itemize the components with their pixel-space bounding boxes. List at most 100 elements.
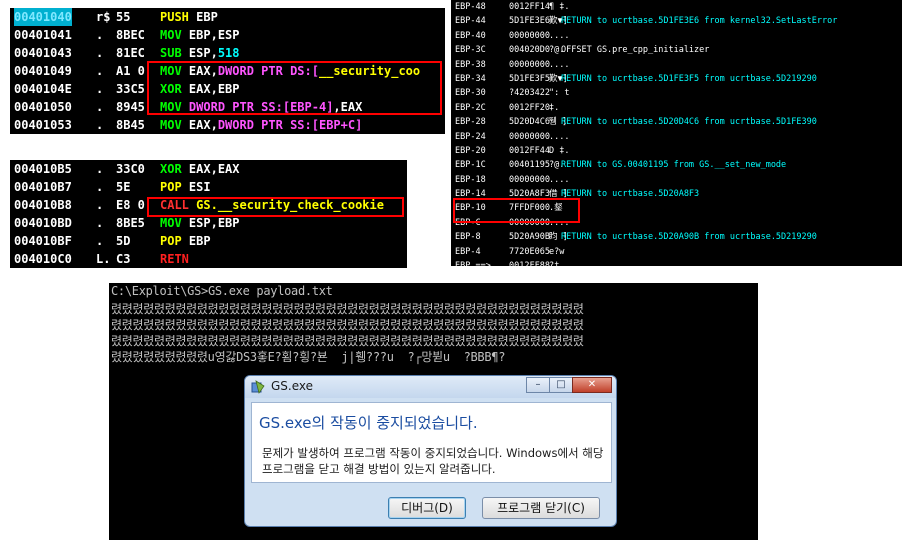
stack-offset: EBP-C [455, 217, 481, 228]
asm-operand: DWORD PTR DS:[ [217, 64, 319, 78]
asm-hex: 8B45 [116, 118, 145, 132]
asm-mnemonic: PUSH [160, 10, 189, 24]
asm-operand: EAX,EBP [188, 82, 240, 96]
stack-value: 5D1FE3E6 [509, 16, 550, 27]
stack-value: 00000000 [509, 30, 550, 41]
stack-row[interactable]: EBP-1C 00401195 ?@. RETURN to GS.00401195 f… [451, 158, 902, 172]
asm-row[interactable]: 00401049. A1 0 MOV EAX,DWORD PTR DS:[__sec… [10, 62, 445, 80]
asm-address: 00401043 [14, 46, 72, 60]
asm-instruction: XOR EAX,EAX [160, 160, 240, 178]
asm-address: 004010B5 [14, 162, 72, 176]
stack-row[interactable]: EBP-28 5D20D4C6 뛤 ] RETURN to ucrtbase.5D20… [451, 115, 902, 129]
asm-marker: . [96, 234, 104, 248]
disassembly-panel-prologue: 00401040 r$ 55 PUSH EBP 00401041. 8BEC MOV EBP… [10, 8, 445, 134]
asm-marker: r$ [96, 10, 111, 24]
stack-value: ?4203422 [509, 88, 550, 99]
stack-row[interactable]: EBP ==> 0012FF88?‡. [451, 259, 902, 266]
dialog-titlebar[interactable]: GS.exe – □ ✕ [245, 376, 616, 398]
stack-row[interactable]: EBP-40 00000000.... [451, 29, 902, 43]
stack-row[interactable]: EBP-30 ?4203422 ": t [451, 86, 902, 100]
stack-offset: EBP-10 [455, 203, 486, 214]
asm-row[interactable]: 004010B8. E8 0 CALL GS.__security_check_co… [10, 196, 407, 214]
stack-offset: EBP-18 [455, 174, 486, 185]
stack-comment: RETURN to ucrtbase.5D20A8F3 [561, 189, 700, 200]
asm-operand: ESP, [188, 46, 218, 60]
stack-value: 00401195 [509, 160, 550, 171]
asm-mnemonic: MOV [160, 216, 182, 230]
stack-offset: EBP-40 [455, 30, 486, 41]
debug-button[interactable]: 디버그(D) [388, 497, 466, 519]
stack-row[interactable]: EBP-18 00000000.... [451, 173, 902, 187]
stack-row[interactable]: EBP-20 0012FF44 D ‡. [451, 144, 902, 158]
asm-row[interactable]: 00401053. 8B45 MOV EAX,DWORD PTR SS:[EBP+C… [10, 116, 445, 134]
minimize-button[interactable]: – [526, 377, 550, 393]
stack-value: 004020D0 [509, 45, 550, 56]
dialog-heading: GS.exe의 작동이 중지되었습니다. [259, 414, 478, 432]
asm-row[interactable]: 0040104E. 33C5 XOR EAX,EBP [10, 80, 445, 98]
asm-instruction: POP ESI [160, 178, 211, 196]
asm-row[interactable]: 00401040 r$ 55 PUSH EBP [10, 8, 445, 26]
asm-hex: 5E [116, 180, 131, 194]
asm-row[interactable]: 004010C0 L. C3 RETN [10, 250, 407, 268]
stack-row[interactable]: EBP-10 7FFDF000 .錖 [451, 201, 902, 215]
asm-operand: ESP,EBP [188, 216, 240, 230]
stack-offset: EBP-28 [455, 117, 486, 128]
asm-operand: DWORD PTR SS:[EBP+C] [217, 118, 363, 132]
stack-row[interactable]: EBP-34 5D1FE3F5 歎▼] RETURN to ucrtbase.5D1F… [451, 72, 902, 86]
asm-operand: EAX, [188, 64, 218, 78]
asm-hex: 8BE5 [116, 216, 145, 230]
asm-mnemonic: MOV [160, 28, 182, 42]
stack-row[interactable]: EBP-C 00000000.... [451, 216, 902, 230]
stack-ascii: .... [549, 30, 570, 41]
stack-row[interactable]: EBP-38 00000000.... [451, 58, 902, 72]
dialog-footer: 디버그(D) 프로그램 닫기(C) [251, 483, 612, 523]
asm-row[interactable]: 004010B5. 33C0 XOR EAX,EAX [10, 160, 407, 178]
stack-offset: EBP-44 [455, 16, 486, 27]
asm-marker: . [96, 64, 104, 78]
asm-address: 0040104E [14, 82, 72, 96]
asm-hex: 55 [116, 10, 131, 24]
asm-address: 00401050 [14, 100, 72, 114]
asm-marker: . [96, 216, 104, 230]
asm-hex: 8945 [116, 100, 145, 114]
stack-offset: EBP-34 [455, 73, 486, 84]
stack-row[interactable]: EBP-8 5D20A90B 盷 ] RETURN to ucrtbase.5D20A… [451, 230, 902, 244]
close-program-button[interactable]: 프로그램 닫기(C) [482, 497, 600, 519]
stack-row[interactable]: EBP-44 5D1FE3E6 歎▼] RETURN to ucrtbase.5D1F… [451, 14, 902, 28]
stack-row[interactable]: EBP-3C 004020D0 ?@. OFFSET GS.pre_cpp_initi… [451, 43, 902, 57]
asm-mnemonic: XOR [160, 162, 182, 176]
stack-offset: EBP-38 [455, 59, 486, 70]
asm-operand: DWORD PTR SS:[EBP-4] [188, 100, 334, 114]
console-output-line: 렸렸렸렸렸렸렸렸렸렸렸렸렸렸렸렸렸렸렸렸렸렸렸렸렸렸렸렸렸렸렸렸렸렸렸렸렸렸렸렸… [111, 302, 584, 316]
stack-view-panel: EBP-48 0012FF14 ¶ ‡. EBP-44 5D1FE3E6 歎▼] RETUR… [451, 0, 902, 266]
stack-row[interactable]: EBP-14 5D20A8F3 借 ] RETURN to ucrtbase.5D20… [451, 187, 902, 201]
stack-row[interactable]: EBP-48 0012FF14 ¶ ‡. [451, 0, 902, 14]
stack-offset: EBP-8 [455, 232, 481, 243]
stack-comment: RETURN to ucrtbase.5D20D4C6 from ucrtbas… [561, 117, 817, 128]
dialog-content: GS.exe의 작동이 중지되었습니다. 문제가 발생하여 프로그램 작동이 중… [251, 402, 612, 483]
asm-operand: GS.__security_check_cookie [196, 198, 384, 212]
asm-instruction: RETN [160, 250, 189, 268]
asm-row[interactable]: 00401041. 8BEC MOV EBP,ESP [10, 26, 445, 44]
asm-row[interactable]: 004010BF. 5D POP EBP [10, 232, 407, 250]
asm-row[interactable]: 00401050. 8945 MOV DWORD PTR SS:[EBP-4],EA… [10, 98, 445, 116]
stack-ascii: ‡. [549, 102, 560, 113]
asm-instruction: MOV EAX,DWORD PTR DS:[__security_coo [160, 62, 420, 80]
asm-mnemonic: XOR [160, 82, 182, 96]
stack-offset: EBP-14 [455, 189, 486, 200]
stack-comment: RETURN to ucrtbase.5D1FE3E6 from kernel3… [561, 16, 838, 27]
stack-comment: OFFSET GS.pre_cpp_initializer [561, 45, 710, 56]
asm-row[interactable]: 004010B7. 5E POP ESI [10, 178, 407, 196]
stack-value: 00000000 [509, 174, 550, 185]
close-window-button[interactable]: ✕ [572, 377, 612, 393]
asm-row[interactable]: 00401043. 81EC SUB ESP,518 [10, 44, 445, 62]
stack-offset: EBP-48 [455, 2, 486, 12]
stack-row[interactable]: EBP-4 7720E065 e?w [451, 245, 902, 259]
maximize-button[interactable]: □ [549, 377, 573, 393]
stack-row[interactable]: EBP-24 00000000.... [451, 130, 902, 144]
asm-row[interactable]: 004010BD. 8BE5 MOV ESP,EBP [10, 214, 407, 232]
asm-address: 004010BD [14, 216, 72, 230]
asm-marker: . [96, 82, 104, 96]
stack-row[interactable]: EBP-2C 0012FF20 ‡. [451, 101, 902, 115]
asm-mnemonic: POP [160, 180, 182, 194]
